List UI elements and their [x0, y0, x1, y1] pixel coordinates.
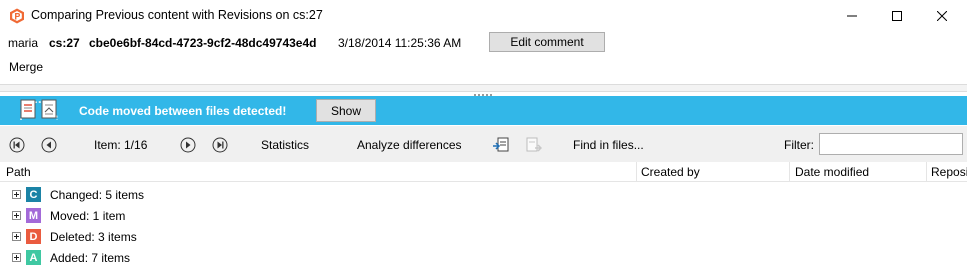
- changeset-id: cs:27: [49, 36, 80, 50]
- tree-group-label: Moved: 1 item: [50, 209, 126, 223]
- tree-group-label: Deleted: 3 items: [50, 230, 137, 244]
- last-item-icon[interactable]: [212, 137, 228, 153]
- tree-group-label: Added: 7 items: [50, 251, 131, 265]
- plastic-app-icon: [9, 8, 25, 24]
- changeset-user: maria: [8, 36, 39, 50]
- column-header-repository[interactable]: Reposi: [927, 162, 967, 182]
- changeset-date: 3/18/2014 11:25:36 AM: [338, 36, 462, 50]
- expand-icon[interactable]: [12, 232, 21, 241]
- statistics-button[interactable]: Statistics: [261, 138, 309, 152]
- expand-icon[interactable]: [12, 211, 21, 220]
- deleted-badge: D: [26, 229, 41, 244]
- save-revision-icon[interactable]: [524, 136, 543, 154]
- item-counter: Item: 1/16: [94, 138, 148, 152]
- tree-group-changed[interactable]: C Changed: 5 items: [0, 185, 967, 206]
- next-item-icon[interactable]: [180, 137, 196, 153]
- splitter-grip-icon: [474, 86, 492, 96]
- edit-comment-button[interactable]: Edit comment: [489, 32, 605, 52]
- column-header-date-modified[interactable]: Date modified: [790, 162, 926, 182]
- find-in-files-button[interactable]: Find in files...: [573, 138, 644, 152]
- changeset-comment: Merge: [9, 60, 44, 74]
- files-moved-icon: [18, 96, 60, 128]
- changeset-guid: cbe0e6bf-84cd-4723-9cf2-48dc49743e4d: [89, 36, 317, 50]
- analyze-differences-button[interactable]: Analyze differences: [357, 138, 462, 152]
- column-header-path[interactable]: Path: [0, 162, 636, 182]
- previous-item-icon[interactable]: [41, 137, 57, 153]
- changed-badge: C: [26, 187, 41, 202]
- maximize-icon: [892, 11, 902, 21]
- tree-group-moved[interactable]: M Moved: 1 item: [0, 206, 967, 227]
- open-file-icon[interactable]: [492, 136, 510, 154]
- added-badge: A: [26, 250, 41, 265]
- window-title: Comparing Previous content with Revision…: [31, 8, 323, 22]
- minimize-button[interactable]: [829, 0, 875, 32]
- show-moved-code-button[interactable]: Show: [316, 99, 376, 122]
- close-button[interactable]: [919, 0, 965, 32]
- tree-group-added[interactable]: A Added: 7 items: [0, 248, 967, 269]
- filter-input[interactable]: [819, 133, 963, 155]
- close-icon: [937, 11, 947, 21]
- expand-icon[interactable]: [12, 253, 21, 262]
- column-header-created-by[interactable]: Created by: [637, 162, 789, 182]
- tree-group-label: Changed: 5 items: [50, 188, 145, 202]
- first-item-icon[interactable]: [9, 137, 25, 153]
- moved-badge: M: [26, 208, 41, 223]
- maximize-button[interactable]: [874, 0, 920, 32]
- expand-icon[interactable]: [12, 190, 21, 199]
- notification-message: Code moved between files detected!: [79, 104, 287, 118]
- tree-group-deleted[interactable]: D Deleted: 3 items: [0, 227, 967, 248]
- filter-label: Filter:: [784, 138, 814, 152]
- minimize-icon: [847, 15, 857, 17]
